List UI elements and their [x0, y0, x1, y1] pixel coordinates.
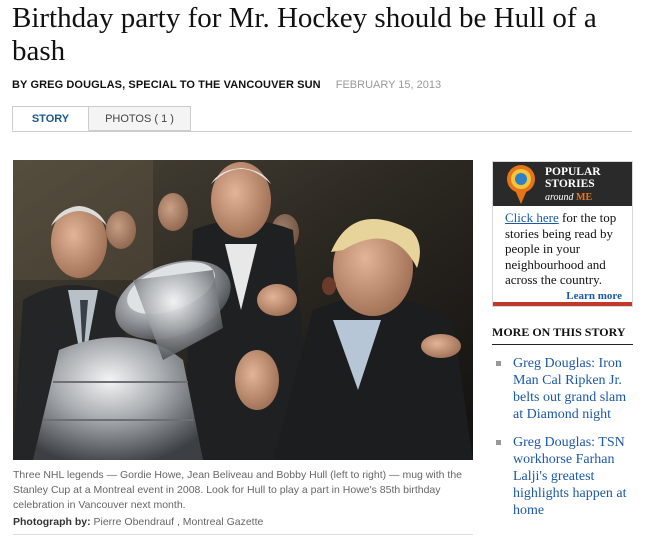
credit-label: Photograph by:	[13, 516, 91, 528]
promo-body: Click here for the top stories being rea…	[505, 210, 630, 288]
popular-stories-promo[interactable]: POPULAR STORIES around ME Click here for…	[492, 161, 633, 307]
map-pin-icon	[507, 165, 535, 204]
promo-click-here-link[interactable]: Click here	[505, 210, 559, 225]
promo-subtitle: around ME	[545, 192, 593, 203]
promo-title: POPULAR STORIES	[545, 166, 601, 190]
bullet	[496, 361, 501, 366]
tab-photos[interactable]: PHOTOS ( 1 )	[89, 106, 191, 131]
article-headline: Birthday party for Mr. Hockey should be …	[12, 2, 597, 67]
byline-row: BY GREG DOUGLAS, SPECIAL TO THE VANCOUVE…	[12, 79, 441, 91]
article-photo[interactable]	[13, 160, 473, 460]
tab-story[interactable]: STORY	[12, 106, 89, 131]
related-story-link[interactable]: Greg Douglas: TSN workhorse Farhan Lalji…	[492, 434, 633, 519]
related-stories-list: Greg Douglas: Iron Man Cal Ripken Jr. be…	[492, 355, 633, 530]
photo-credit: Photograph by: Pierre Obendrauf , Montre…	[13, 516, 263, 528]
promo-header: POPULAR STORIES around ME	[493, 162, 632, 206]
photo-image	[13, 160, 473, 460]
bullet	[496, 440, 501, 445]
related-story-link[interactable]: Greg Douglas: Iron Man Cal Ripken Jr. be…	[492, 355, 633, 423]
promo-accent-bar	[493, 302, 632, 306]
photo-caption: Three NHL legends — Gordie Howe, Jean Be…	[13, 469, 462, 511]
more-on-story-heading: MORE ON THIS STORY	[492, 325, 633, 345]
publish-date: FEBRUARY 15, 2013	[335, 79, 442, 91]
learn-more-link[interactable]: Learn more	[566, 290, 622, 302]
article-tabs: STORY PHOTOS ( 1 )	[12, 106, 632, 132]
byline-author: BY GREG DOUGLAS, SPECIAL TO THE VANCOUVE…	[12, 79, 321, 91]
caption-divider	[13, 534, 473, 535]
credit-source: Pierre Obendrauf , Montreal Gazette	[93, 516, 264, 528]
